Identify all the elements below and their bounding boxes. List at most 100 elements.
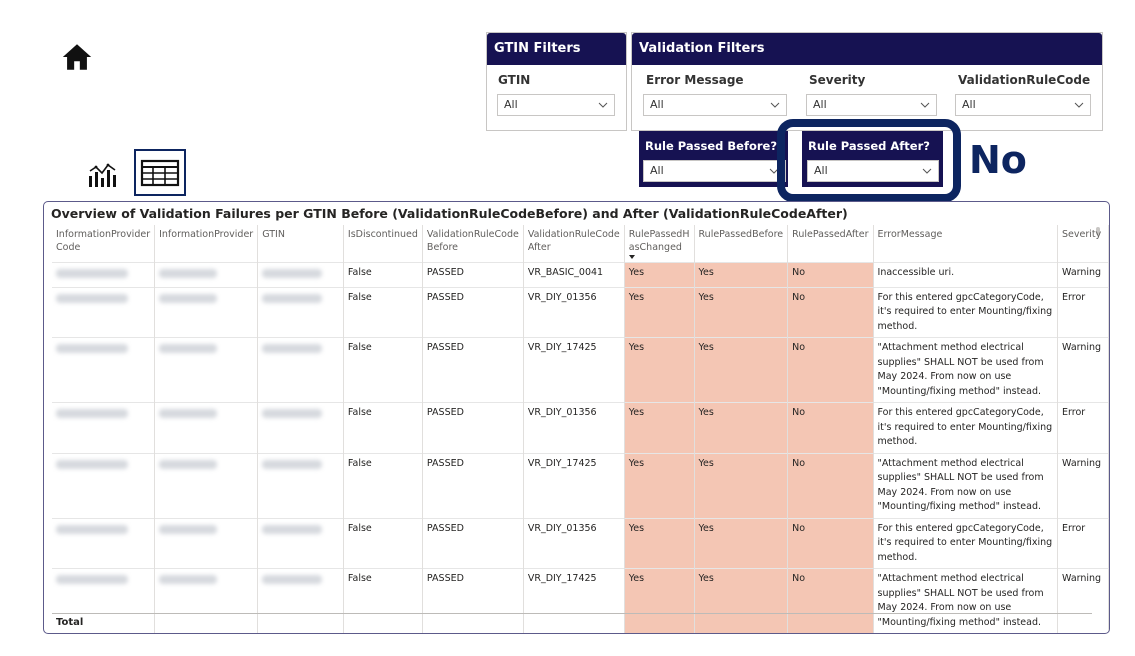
table-row[interactable]: FalsePASSEDVR_DIY_01356YesYesNoFor this … <box>52 634 1109 635</box>
rule-code-dropdown-value: All <box>962 98 976 111</box>
chevron-down-icon <box>770 102 780 108</box>
selection-callout: No <box>969 138 1027 182</box>
gtin-dropdown[interactable]: All <box>497 94 615 116</box>
bar-chart-icon[interactable] <box>88 162 120 188</box>
redacted-cell <box>257 286 344 338</box>
rule-passed-after-cell: No <box>787 337 874 403</box>
table-row[interactable]: FalsePASSEDVR_DIY_01356YesYesNoFor this … <box>52 517 1109 569</box>
table-title: Overview of Validation Failures per GTIN… <box>51 206 848 221</box>
validation-failures-table: InformationProvider Code InformationProv… <box>52 225 1109 635</box>
error-message-cell: For this entered gpcCategoryCode, it's r… <box>873 402 1059 453</box>
redacted-value <box>56 344 128 353</box>
rule-passed-changed-cell: Yes <box>624 402 695 453</box>
is-discontinued-cell: False <box>343 286 423 338</box>
severity-dropdown[interactable]: All <box>806 94 937 116</box>
gtin-filters-title: GTIN Filters <box>487 33 626 65</box>
column-header[interactable]: Severity <box>1057 225 1109 263</box>
error-message-dropdown[interactable]: All <box>643 94 787 116</box>
severity-cell: Warning <box>1057 337 1109 403</box>
rule-code-before-cell: PASSED <box>422 452 524 518</box>
rule-code-slicer-label: ValidationRuleCode <box>958 73 1091 87</box>
table-row[interactable]: False PASSED VR_DIY_17425 Yes Yes No "Attachme… <box>52 452 1109 518</box>
severity-dropdown-value: All <box>813 98 827 111</box>
redacted-cell <box>257 517 344 569</box>
rule-passed-after-cell: No <box>787 517 874 569</box>
column-header[interactable]: RulePassedAfter <box>787 225 874 263</box>
rule-passed-before-cell: Yes <box>694 634 788 635</box>
rule-passed-before-dropdown[interactable]: All <box>643 160 786 182</box>
table-row[interactable]: FalsePASSEDVR_DIY_01356YesYesNoFor this … <box>52 286 1109 338</box>
rule-passed-before-label: Rule Passed Before? <box>645 139 778 153</box>
redacted-value <box>56 459 128 469</box>
gtin-dropdown-value: All <box>504 98 518 111</box>
redacted-value <box>159 293 218 303</box>
column-header[interactable]: InformationProvider <box>154 225 259 263</box>
validation-filters-title: Validation Filters <box>632 33 1102 65</box>
rule-code-after-cell: VR_DIY_01356 <box>523 517 625 569</box>
severity-cell: Warning <box>1057 262 1109 287</box>
column-header-sorted[interactable]: RulePassedH asChanged <box>624 225 695 263</box>
redacted-value <box>262 293 323 303</box>
redacted-value <box>262 459 323 469</box>
severity-cell: Error <box>1057 402 1109 453</box>
error-message-cell: "Attachment method electrical supplies" … <box>873 337 1059 403</box>
home-icon[interactable] <box>60 40 94 74</box>
table-row[interactable]: False PASSED VR_BASIC_0041 Yes Yes No Inaccess… <box>52 262 1109 287</box>
column-header[interactable]: ValidationRuleCode After <box>523 225 625 263</box>
table-view-button[interactable] <box>134 149 186 196</box>
error-message-slicer-label: Error Message <box>646 73 744 87</box>
redacted-cell <box>258 634 344 635</box>
chevron-down-icon <box>598 102 608 108</box>
table-header-row: InformationProvider Code InformationProv… <box>52 225 1109 263</box>
redacted-value <box>159 524 218 534</box>
error-message-cell: For this entered gpcCategoryCode, it's r… <box>873 517 1059 569</box>
rule-passed-after-cell: No <box>787 402 874 453</box>
is-discontinued-cell: False <box>343 402 423 453</box>
column-header[interactable]: IsDiscontinued <box>343 225 423 263</box>
rule-passed-before-cell: Yes <box>694 337 789 403</box>
redacted-value <box>159 459 218 469</box>
rule-code-dropdown[interactable]: All <box>955 94 1091 116</box>
validation-filters-panel: Validation Filters Error Message All Sev… <box>631 32 1103 131</box>
redacted-value <box>262 409 323 418</box>
redacted-cell <box>52 452 156 518</box>
column-header[interactable]: ErrorMessage <box>873 225 1059 263</box>
redacted-value <box>56 524 128 534</box>
redacted-value <box>262 269 323 278</box>
redacted-cell <box>154 262 259 287</box>
is-discontinued-cell: False <box>343 337 423 403</box>
redacted-cell <box>52 634 155 635</box>
column-header[interactable]: GTIN <box>257 225 344 263</box>
redacted-cell <box>257 337 344 403</box>
column-header[interactable]: ValidationRuleCode Before <box>422 225 524 263</box>
error-message-cell: Inaccessible uri. <box>873 262 1059 287</box>
rule-code-before-cell: PASSED <box>422 286 524 338</box>
redacted-cell <box>52 337 156 403</box>
column-header[interactable]: InformationProvider Code <box>52 225 156 263</box>
table-row[interactable]: False PASSED VR_DIY_17425 Yes Yes No "Attachme… <box>52 337 1109 403</box>
error-message-cell: "Attachment method electrical supplies" … <box>873 452 1059 518</box>
rule-passed-before-value: All <box>650 164 664 177</box>
redacted-cell <box>154 452 259 518</box>
rule-code-before-cell: PASSED <box>422 262 524 287</box>
is-discontinued-cell: False <box>343 262 423 287</box>
rule-passed-after-cell: No <box>787 262 874 287</box>
rule-passed-after-cell: No <box>787 286 874 338</box>
table-row[interactable]: FalsePASSEDVR_DIY_01356YesYesNoFor this … <box>52 402 1109 453</box>
redacted-value <box>159 269 218 278</box>
error-message-dropdown-value: All <box>650 98 664 111</box>
rule-passed-changed-cell: Yes <box>624 634 694 635</box>
severity-cell: Error <box>1058 634 1109 635</box>
column-header-label: RulePassedH asChanged <box>628 229 690 253</box>
gtin-slicer-label: GTIN <box>498 73 531 87</box>
rule-passed-before-cell: Yes <box>694 262 789 287</box>
sort-descending-icon <box>628 255 635 259</box>
is-discontinued-cell: False <box>343 517 423 569</box>
redacted-cell <box>257 452 344 518</box>
redacted-cell <box>154 286 259 338</box>
redacted-value <box>56 269 128 278</box>
rule-code-after-cell: VR_DIY_01356 <box>523 634 624 635</box>
redacted-cell <box>154 337 259 403</box>
column-header[interactable]: RulePassedBefore <box>694 225 789 263</box>
rule-passed-before-slicer: Rule Passed Before? All <box>639 131 788 187</box>
